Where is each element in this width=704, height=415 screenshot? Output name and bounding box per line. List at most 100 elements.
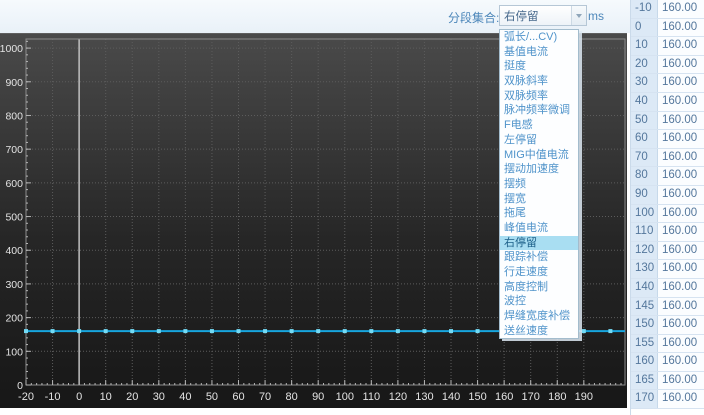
time-cell[interactable]: 130: [631, 260, 658, 278]
svg-text:190: 190: [575, 391, 593, 403]
svg-text:180: 180: [548, 391, 566, 403]
time-cell[interactable]: 165: [631, 372, 658, 390]
value-cell[interactable]: 160.00: [658, 335, 704, 353]
combobox-value: 右停留: [500, 8, 571, 24]
svg-text:150: 150: [468, 391, 486, 403]
dropdown-item[interactable]: 弧长/...CV): [500, 30, 578, 45]
time-cell[interactable]: 155: [631, 335, 658, 353]
svg-text:900: 900: [5, 77, 23, 89]
table-row: -10160.00: [631, 0, 704, 19]
segment-dropdown-list[interactable]: 弧长/...CV)基值电流挺度双脉斜率双脉频率脉冲频率微调F电感左停留MIG中值…: [499, 29, 579, 339]
value-cell[interactable]: 160.00: [658, 112, 704, 130]
value-cell[interactable]: 160.00: [658, 167, 704, 185]
dropdown-item[interactable]: 脉冲频率微调: [500, 103, 578, 118]
dropdown-item[interactable]: 挺度: [500, 59, 578, 74]
time-cell[interactable]: 160: [631, 353, 658, 371]
svg-text:800: 800: [5, 110, 23, 122]
combobox-dropdown-button[interactable]: [571, 6, 586, 25]
dropdown-item[interactable]: 左停留: [500, 133, 578, 148]
value-cell[interactable]: 160.00: [658, 205, 704, 223]
dropdown-item[interactable]: 行走速度: [500, 265, 578, 280]
chevron-down-icon: [576, 14, 582, 18]
value-cell[interactable]: 160.00: [658, 298, 704, 316]
svg-text:140: 140: [442, 391, 460, 403]
time-cell[interactable]: 60: [631, 130, 658, 148]
table-row: 50160.00: [631, 112, 704, 131]
svg-text:20: 20: [126, 391, 138, 403]
dropdown-item[interactable]: F电感: [500, 118, 578, 133]
dropdown-item[interactable]: 摆频: [500, 177, 578, 192]
value-cell[interactable]: 160.00: [658, 186, 704, 204]
time-cell[interactable]: 20: [631, 56, 658, 74]
dropdown-item[interactable]: 双脉斜率: [500, 74, 578, 89]
svg-text:50: 50: [206, 391, 218, 403]
dropdown-item[interactable]: 峰值电流: [500, 221, 578, 236]
table-row: 155160.00: [631, 335, 704, 354]
table-row: 120160.00: [631, 242, 704, 261]
time-cell[interactable]: 170: [631, 390, 658, 408]
time-cell[interactable]: 40: [631, 93, 658, 111]
time-cell[interactable]: 110: [631, 223, 658, 241]
svg-text:1000: 1000: [0, 43, 23, 55]
time-cell[interactable]: 145: [631, 298, 658, 316]
dropdown-item[interactable]: 基值电流: [500, 45, 578, 60]
time-cell[interactable]: -10: [631, 0, 658, 18]
dropdown-item[interactable]: 双脉频率: [500, 89, 578, 104]
svg-text:100: 100: [5, 346, 23, 358]
time-cell[interactable]: 30: [631, 74, 658, 92]
dropdown-item-selected[interactable]: 右停留: [500, 236, 578, 251]
svg-text:-10: -10: [45, 391, 61, 403]
table-row: 70160.00: [631, 149, 704, 168]
time-cell[interactable]: 100: [631, 205, 658, 223]
time-cell[interactable]: 50: [631, 112, 658, 130]
time-cell[interactable]: 150: [631, 316, 658, 334]
dropdown-item[interactable]: 波控: [500, 294, 578, 309]
value-cell[interactable]: 160.00: [658, 242, 704, 260]
svg-text:0: 0: [76, 391, 82, 403]
value-cell[interactable]: 160.00: [658, 279, 704, 297]
svg-text:80: 80: [286, 391, 298, 403]
dropdown-item[interactable]: 跟踪补偿: [500, 250, 578, 265]
dropdown-item[interactable]: MIG中值电流: [500, 148, 578, 163]
value-cell[interactable]: 160.00: [658, 223, 704, 241]
table-row: 60160.00: [631, 130, 704, 149]
dropdown-item[interactable]: 送丝速度: [500, 324, 578, 339]
table-row: 130160.00: [631, 260, 704, 279]
value-cell[interactable]: 160.00: [658, 260, 704, 278]
dropdown-item[interactable]: 摆宽: [500, 192, 578, 207]
value-cell[interactable]: 160.00: [658, 130, 704, 148]
time-cell[interactable]: 0: [631, 19, 658, 37]
value-cell[interactable]: 160.00: [658, 316, 704, 334]
time-cell[interactable]: 70: [631, 149, 658, 167]
time-cell[interactable]: 140: [631, 279, 658, 297]
time-cell[interactable]: 90: [631, 186, 658, 204]
dropdown-item[interactable]: 摆动加速度: [500, 162, 578, 177]
table-row: 10160.00: [631, 37, 704, 56]
segment-table[interactable]: -10160.000160.0010160.0020160.0030160.00…: [630, 0, 704, 415]
svg-text:60: 60: [232, 391, 244, 403]
table-row: 90160.00: [631, 186, 704, 205]
time-cell[interactable]: 10: [631, 37, 658, 55]
value-cell[interactable]: 160.00: [658, 74, 704, 92]
value-cell[interactable]: 160.00: [658, 353, 704, 371]
svg-text:100: 100: [336, 391, 354, 403]
segment-combobox[interactable]: 右停留: [499, 5, 587, 26]
table-row: 0160.00: [631, 19, 704, 38]
dropdown-item[interactable]: 高度控制: [500, 280, 578, 295]
value-cell[interactable]: 160.00: [658, 0, 704, 18]
table-row: 30160.00: [631, 74, 704, 93]
time-cell[interactable]: 120: [631, 242, 658, 260]
value-cell[interactable]: 160.00: [658, 93, 704, 111]
time-cell[interactable]: 80: [631, 167, 658, 185]
dropdown-item[interactable]: 焊缝宽度补偿: [500, 309, 578, 324]
value-cell[interactable]: 160.00: [658, 372, 704, 390]
svg-text:300: 300: [5, 279, 23, 291]
value-cell[interactable]: 160.00: [658, 19, 704, 37]
value-cell[interactable]: 160.00: [658, 390, 704, 408]
value-cell[interactable]: 160.00: [658, 149, 704, 167]
svg-text:120: 120: [389, 391, 407, 403]
value-cell[interactable]: 160.00: [658, 56, 704, 74]
dropdown-item[interactable]: 拖尾: [500, 206, 578, 221]
svg-text:10: 10: [100, 391, 112, 403]
value-cell[interactable]: 160.00: [658, 37, 704, 55]
